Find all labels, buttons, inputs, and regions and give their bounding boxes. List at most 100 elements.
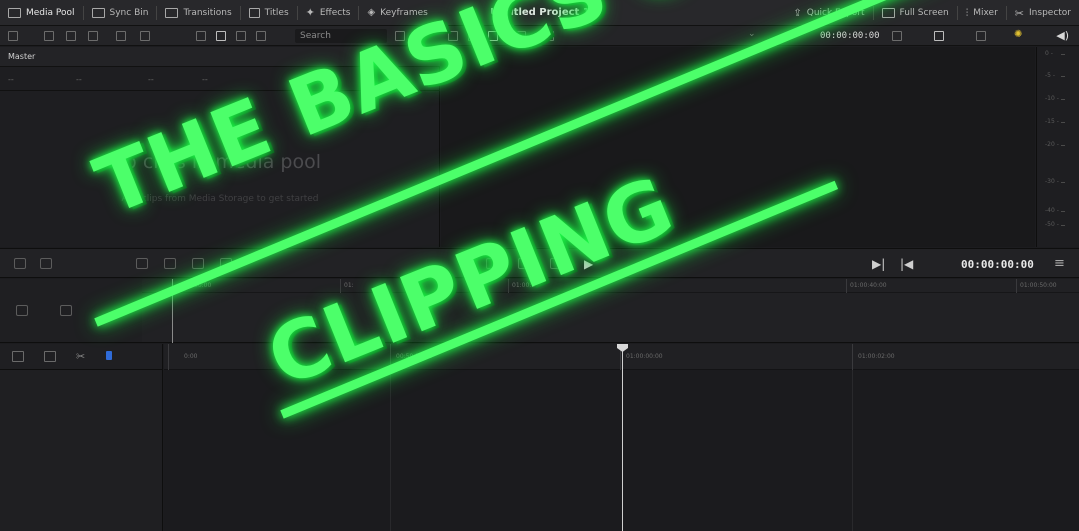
edit-tool-icon[interactable]	[136, 258, 148, 269]
transitions-button[interactable]: Transitions	[157, 0, 239, 26]
inspector-label: Inspector	[1029, 8, 1071, 18]
grid-view-icon[interactable]	[216, 31, 226, 41]
ruler-label: 01:00:40:00	[850, 282, 887, 289]
bin-column[interactable]: --	[76, 75, 82, 84]
metadata-view-icon[interactable]	[256, 31, 266, 41]
inspector-icon: ✂	[1014, 6, 1025, 20]
meter-mark: -10 -	[1045, 95, 1065, 102]
audio-meter: 0 - -5 - -10 - -15 - -20 - -30 - -40 - -…	[1036, 47, 1079, 247]
media-pool-button[interactable]: Media Pool	[0, 0, 83, 26]
fullscreen-icon	[881, 8, 895, 18]
full-screen-button[interactable]: Full Screen	[874, 0, 957, 26]
view-options-icon[interactable]	[892, 31, 902, 41]
secondary-toolbar: Search ⌄ 00:00:00:00 ✺ ◀)	[0, 26, 1079, 46]
upper-timeline[interactable]: 00:00 01: 01:00:20 01:00:40:00 01:00:50:…	[142, 279, 1079, 343]
blade-icon[interactable]: ✂	[76, 350, 85, 363]
bin-column[interactable]: --	[8, 75, 14, 84]
bin-name[interactable]: Master	[0, 47, 440, 67]
play-icon[interactable]: ▶	[584, 257, 593, 271]
ripple-icon[interactable]	[550, 258, 562, 269]
overwrite-clip-icon[interactable]	[192, 258, 204, 269]
sync-bin-icon	[91, 7, 105, 18]
export-icon: ⇪	[793, 7, 802, 19]
cloud-icon[interactable]	[88, 31, 98, 41]
top-toolbar: Media Pool Sync Bin Transitions Titles ✦…	[0, 0, 1079, 26]
ruler-tick	[508, 279, 509, 293]
sync-icon[interactable]	[116, 31, 126, 41]
append-icon[interactable]	[486, 258, 498, 269]
media-pool-panel: Master -- -- -- -- No clips in media poo…	[0, 47, 440, 247]
sync-bin-label: Sync Bin	[109, 7, 149, 18]
ruler-tick	[846, 279, 847, 293]
upper-playhead[interactable]	[172, 279, 173, 343]
upper-ruler[interactable]: 00:00 01: 01:00:20 01:00:40:00 01:00:50:…	[142, 279, 1079, 293]
keyframes-label: Keyframes	[380, 7, 428, 18]
panel-toggle-icon[interactable]	[8, 31, 18, 41]
next-frame-icon[interactable]: ▶|	[872, 257, 885, 271]
mixer-button[interactable]: ⫶ Mixer	[958, 0, 1006, 26]
chevron-down-icon[interactable]: ⌄	[748, 29, 756, 39]
full-screen-label: Full Screen	[899, 8, 949, 18]
mixer-label: Mixer	[973, 8, 998, 18]
timeline-view-icon[interactable]	[12, 351, 24, 362]
transform-icon[interactable]	[544, 31, 554, 41]
replace-clip-icon[interactable]	[220, 258, 232, 269]
dual-viewer-icon[interactable]	[488, 31, 498, 41]
viewer-layout-icon[interactable]	[468, 31, 478, 41]
effects-button[interactable]: ✦ Effects	[298, 0, 359, 26]
import-media-icon[interactable]	[44, 31, 54, 41]
inspector-button[interactable]: ✂ Inspector	[1007, 0, 1079, 26]
playhead-line[interactable]	[622, 344, 623, 531]
resolution-icon[interactable]	[934, 31, 944, 41]
place-on-top-icon[interactable]	[518, 258, 530, 269]
ruler-label: 01:00:20	[512, 282, 539, 289]
meter-mark: -20 -	[1045, 141, 1065, 148]
lock-track-icon[interactable]	[14, 258, 26, 269]
ruler-tick	[852, 344, 853, 370]
bin-column[interactable]: --	[202, 75, 208, 84]
viewer-panel[interactable]	[441, 47, 1035, 247]
sort-icon[interactable]	[395, 31, 405, 41]
track-options-icon[interactable]	[16, 305, 28, 316]
safe-area-icon[interactable]	[516, 31, 526, 41]
ruler-label: 00:59:58:00	[396, 353, 433, 360]
color-wheel-icon[interactable]: ✺	[1014, 29, 1022, 40]
viewer-mode-icon[interactable]	[448, 31, 458, 41]
bin-column[interactable]: --	[148, 75, 154, 84]
list-view-icon[interactable]	[196, 31, 206, 41]
ruler-label: 01:	[344, 282, 354, 289]
zoom-icon[interactable]	[976, 31, 986, 41]
keyframes-button[interactable]: ◈ Keyframes	[359, 0, 435, 26]
audio-track-icon[interactable]	[40, 258, 52, 269]
sync-bin-button[interactable]: Sync Bin	[84, 0, 157, 26]
trim-icon[interactable]	[44, 351, 56, 362]
ruler-label: 01:00:02:00	[858, 353, 895, 360]
ruler-label: 00:00	[194, 282, 212, 289]
empty-state-title: No clips in media pool	[110, 151, 322, 173]
insert-clip-icon[interactable]	[164, 258, 176, 269]
effects-wand-icon: ✦	[305, 6, 315, 19]
ruler-label: 01:00:00:00	[626, 353, 663, 360]
mixer-icon: ⫶	[965, 7, 969, 19]
meter-mark: 0 -	[1045, 50, 1065, 57]
viewer-timecode: 00:00:00:00	[820, 31, 880, 41]
bin-columns-row: -- -- -- --	[0, 67, 440, 91]
quick-export-button[interactable]: ⇪ Quick Export	[785, 0, 872, 26]
marker-icon[interactable]	[106, 351, 112, 360]
ruler-tick	[390, 344, 391, 370]
speaker-icon[interactable]: ◀)	[1056, 29, 1069, 42]
titles-button[interactable]: Titles	[241, 0, 297, 26]
meter-mark: -30 -	[1045, 178, 1065, 185]
keyframes-icon: ◈	[367, 7, 376, 18]
audio-options-icon[interactable]	[60, 305, 72, 316]
meter-mark: -50 -	[1045, 221, 1065, 228]
timeline-tools: ✂	[0, 344, 163, 370]
project-title: Untitled Project 1	[490, 7, 590, 18]
search-input[interactable]: Search	[295, 29, 387, 43]
filmstrip-view-icon[interactable]	[236, 31, 246, 41]
new-bin-icon[interactable]	[66, 31, 76, 41]
previous-frame-icon[interactable]: |◀	[900, 257, 913, 271]
link-icon[interactable]	[140, 31, 150, 41]
menu-icon[interactable]: ≡	[1054, 256, 1065, 271]
segment-divider	[852, 370, 853, 531]
